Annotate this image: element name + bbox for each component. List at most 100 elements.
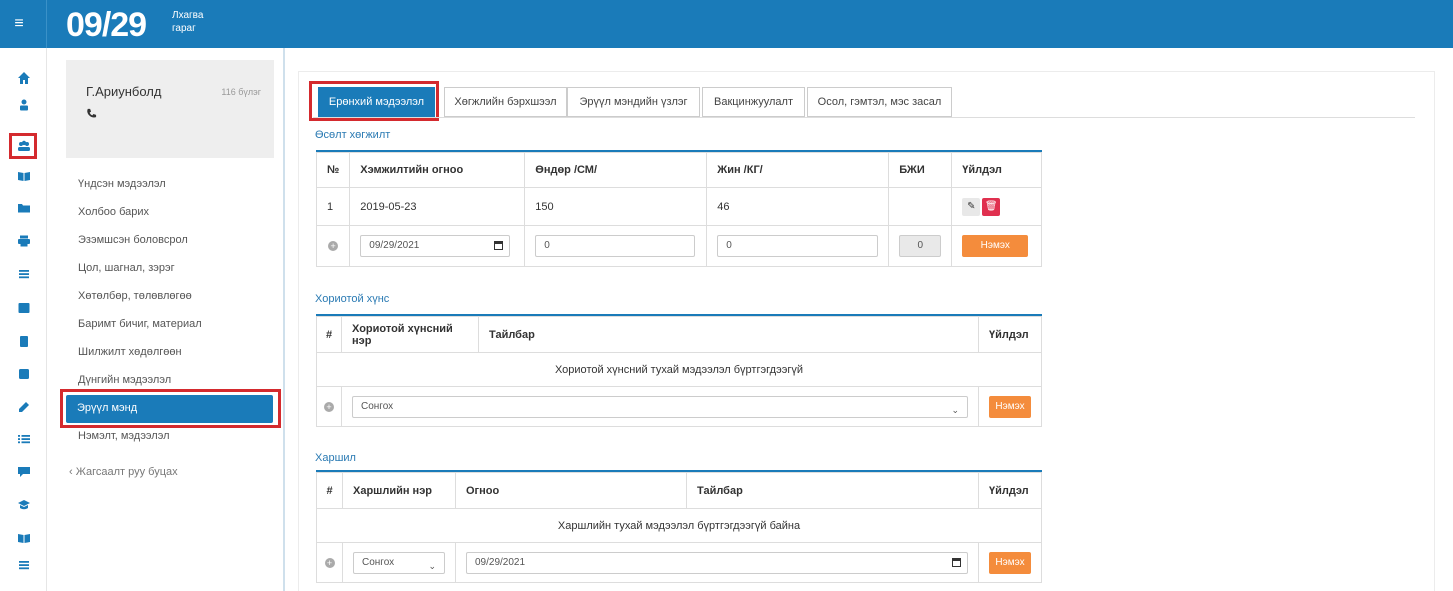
- allergy-select-cell: Сонгох ⌄: [342, 542, 456, 583]
- profile-card: Г.Ариунболд 116 бүлэг: [66, 60, 274, 158]
- phone-icon[interactable]: [86, 108, 98, 122]
- rail-highlight-box: [9, 133, 37, 159]
- calendar-icon[interactable]: [494, 241, 504, 250]
- col-index: #: [316, 472, 343, 509]
- allergy-date-value: 09/29/2021: [475, 556, 526, 568]
- growth-section-title: Өсөлт хөгжилт: [315, 129, 391, 141]
- allergy-empty-message: Харшлийн тухай мэдээлэл бүртгэгдээгүй ба…: [316, 508, 1042, 543]
- height-input[interactable]: 0: [535, 235, 696, 257]
- book-icon[interactable]: [14, 166, 34, 186]
- print-icon[interactable]: [14, 231, 34, 251]
- back-to-list-link[interactable]: ‹ Жагсаалт руу буцах: [69, 466, 178, 478]
- weekday-label: Лхагва гараг: [172, 9, 203, 35]
- food-select[interactable]: Сонгох ⌄: [352, 395, 968, 418]
- row-no: 1: [315, 187, 351, 226]
- col-food-name: Хориотой хүнсний нэр: [341, 316, 479, 353]
- allergy-empty-row: Харшлийн тухай мэдээлэл бүртгэгдээгүй ба…: [316, 508, 1042, 543]
- allergy-section-title: Харшил: [315, 452, 356, 464]
- tab-injury-surgery[interactable]: Осол, гэмтэл, мэс засал: [807, 87, 952, 117]
- col-description: Тайлбар: [686, 472, 979, 509]
- food-select-value: Сонгох: [361, 400, 394, 412]
- food-action-cell: Нэмэх: [978, 386, 1042, 427]
- nav-item-documents[interactable]: Баримт бичиг, материал: [78, 318, 202, 330]
- home-icon[interactable]: [14, 68, 34, 88]
- book-open-icon[interactable]: [14, 528, 34, 548]
- weekday-line2: гараг: [172, 23, 196, 34]
- col-actions: Үйлдэл: [978, 472, 1042, 509]
- food-add-button[interactable]: Нэмэх: [989, 395, 1031, 418]
- add-row-cell: +: [316, 386, 342, 427]
- allergy-action-cell: Нэмэх: [978, 542, 1042, 583]
- edit-icon[interactable]: ✎: [962, 197, 981, 216]
- table-row: 1 2019-05-23 150 46 ✎ 🗑: [315, 187, 1042, 226]
- col-description: Тайлбар: [478, 316, 979, 353]
- nav-highlight-box: [60, 389, 281, 428]
- tab-vaccination[interactable]: Вакцинжуулалт: [702, 87, 805, 117]
- plus-circle-icon[interactable]: +: [328, 241, 339, 251]
- delete-icon[interactable]: 🗑: [982, 197, 1001, 216]
- growth-add-button[interactable]: Нэмэх: [962, 235, 1029, 257]
- nav-item-additional[interactable]: Нэмэлт, мэдээлэл: [78, 430, 170, 442]
- list-alt-icon[interactable]: [14, 298, 34, 318]
- col-weight: Жин /КГ/: [706, 152, 890, 188]
- users-icon[interactable]: [14, 95, 34, 115]
- nav-item-plans[interactable]: Хөтөлбөр, төлөвлөгөө: [78, 290, 192, 302]
- menu-icon[interactable]: [14, 555, 34, 575]
- new-action-cell: Нэмэх: [951, 225, 1042, 267]
- new-bmi-cell: 0: [888, 225, 953, 267]
- profile-name: Г.Ариунболд: [86, 84, 162, 99]
- chat-icon[interactable]: [14, 462, 34, 482]
- food-empty-row: Хориотой хүнсний тухай мэдээлэл бүртгэгд…: [316, 352, 1042, 387]
- row-bmi: [888, 187, 953, 226]
- tab-health-check[interactable]: Эрүүл мэндийн үзлэг: [567, 87, 700, 117]
- hamburger-menu-icon[interactable]: ≡: [8, 10, 30, 38]
- plus-circle-icon[interactable]: +: [324, 557, 335, 568]
- clipboard-icon[interactable]: [14, 331, 34, 351]
- add-row-cell: +: [316, 542, 343, 583]
- current-date: 09/29: [66, 6, 147, 44]
- allergy-select[interactable]: Сонгох ⌄: [353, 551, 445, 574]
- col-measure-date: Хэмжилтийн огноо: [349, 152, 526, 188]
- allergy-date-input[interactable]: 09/29/2021: [466, 551, 968, 574]
- nav-item-transfers[interactable]: Шилжилт хөдөлгөөн: [78, 346, 182, 358]
- food-new-row: + Сонгох ⌄ Нэмэх: [316, 386, 1042, 427]
- nav-item-education[interactable]: Эзэмшсэн боловсрол: [78, 234, 188, 246]
- nav-item-awards[interactable]: Цол, шагнал, зэрэг: [78, 262, 175, 274]
- folder-icon[interactable]: [14, 198, 34, 218]
- col-actions: Үйлдэл: [978, 316, 1042, 353]
- top-bar: ≡ 09/29 Лхагва гараг: [0, 0, 1453, 48]
- graduation-icon[interactable]: [14, 495, 34, 515]
- growth-table-header: № Хэмжилтийн огноо Өндөр /СМ/ Жин /КГ/ Б…: [315, 152, 1042, 188]
- weekday-line1: Лхагва: [172, 10, 204, 21]
- profile-points: 116 бүлэг: [221, 87, 261, 97]
- nav-item-grades[interactable]: Дүнгийн мэдээлэл: [78, 374, 171, 386]
- col-allergy-name: Харшлийн нэр: [342, 472, 456, 509]
- nav-item-contact[interactable]: Холбоо барих: [78, 206, 149, 218]
- tab-disability[interactable]: Хөгжлийн бэрхшээл: [444, 87, 567, 117]
- food-section-title: Хориотой хүнс: [315, 293, 390, 305]
- new-date-cell: 09/29/2021: [349, 225, 526, 267]
- row-weight: 46: [706, 187, 890, 226]
- new-height-cell: 0: [524, 225, 708, 267]
- measure-date-input[interactable]: 09/29/2021: [360, 235, 511, 257]
- allergy-table: # Харшлийн нэр Огноо Тайлбар Үйлдэл Харш…: [316, 470, 1042, 583]
- tabs-underline: [313, 117, 1415, 118]
- plus-circle-icon[interactable]: +: [324, 401, 334, 412]
- row-height: 150: [524, 187, 708, 226]
- list-icon[interactable]: [14, 264, 34, 284]
- tasks-icon[interactable]: [14, 429, 34, 449]
- growth-new-row: + 09/29/2021 0 0 0 Нэмэх: [315, 225, 1042, 267]
- calendar-icon[interactable]: [952, 557, 961, 567]
- b-icon[interactable]: [14, 364, 34, 384]
- weight-input[interactable]: 0: [717, 235, 879, 257]
- allergy-new-row: + Сонгох ⌄ 09/29/2021 Нэмэх: [316, 542, 1042, 583]
- chevron-down-icon: ⌄: [428, 560, 436, 571]
- growth-table: № Хэмжилтийн огноо Өндөр /СМ/ Жин /КГ/ Б…: [315, 150, 1042, 267]
- nav-item-basic-info[interactable]: Үндсэн мэдээлэл: [78, 178, 166, 190]
- allergy-add-button[interactable]: Нэмэх: [989, 551, 1031, 574]
- measure-date-value: 09/29/2021: [369, 240, 420, 251]
- col-index: #: [316, 316, 342, 353]
- tab-highlight-box: [309, 81, 439, 121]
- new-weight-cell: 0: [706, 225, 890, 267]
- edit-icon[interactable]: [14, 397, 34, 417]
